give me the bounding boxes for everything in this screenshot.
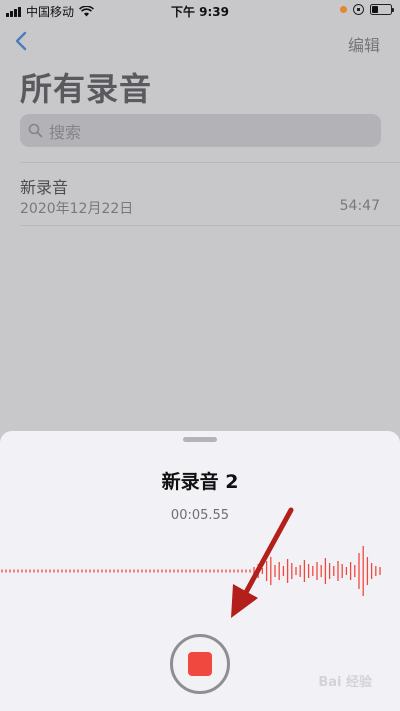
search-input[interactable]: 搜索 [20,114,381,147]
search-icon [28,123,43,138]
status-bar: 中国移动 下午 9:39 [0,0,400,22]
stop-recording-button[interactable] [170,634,230,694]
recording-date: 2020年12月22日 [20,201,134,217]
sheet-title: 新录音 2 [161,471,239,493]
search-placeholder: 搜索 [49,122,82,142]
watermark-text: Bai 经验 [318,675,372,690]
mic-indicator-icon [340,6,347,13]
rotation-lock-icon [353,4,364,15]
battery-icon [370,4,394,15]
recording-sheet: 新录音 2 00:05.55 [0,431,400,711]
stop-icon [188,652,212,676]
edit-button[interactable]: 编辑 [348,32,380,56]
status-right [340,4,394,15]
list-divider-bottom [20,225,400,226]
recording-title: 新录音 [20,178,69,197]
list-divider-top [20,162,400,163]
recording-duration: 54:47 [339,198,380,214]
sheet-grabber[interactable] [183,437,217,442]
page-title: 所有录音 [20,70,153,108]
back-chevron-icon[interactable] [12,30,32,52]
recording-timer: 00:05.55 [170,508,230,523]
waveform [1,546,381,596]
